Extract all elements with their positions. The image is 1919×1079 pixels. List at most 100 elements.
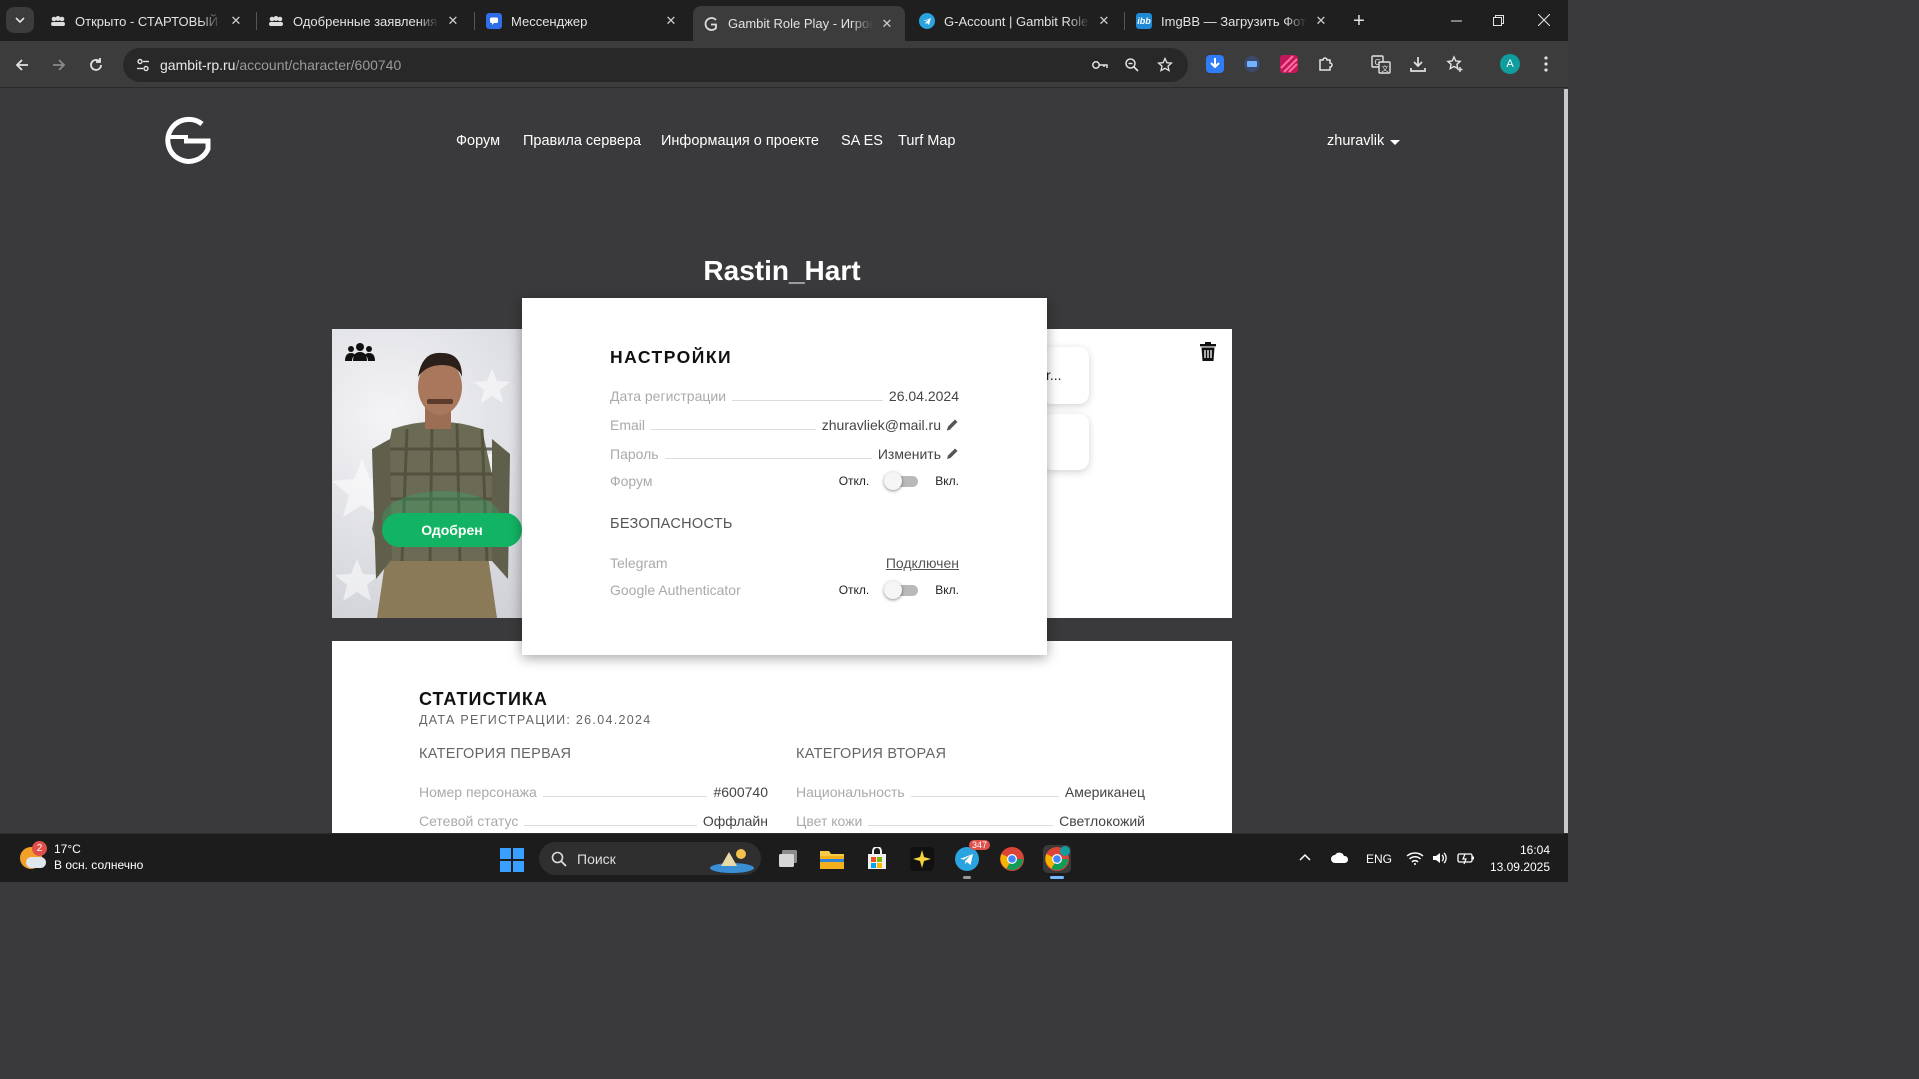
info-card[interactable]: r... <box>1042 347 1089 404</box>
stripes-extension-icon[interactable] <box>1278 53 1300 75</box>
gambit-logo[interactable] <box>162 115 214 165</box>
google-auth-toggle[interactable] <box>884 581 919 599</box>
tab-title: Открыто - СТАРТОВЫЙ СО <box>75 13 222 29</box>
file-explorer-icon[interactable] <box>818 845 846 873</box>
trash-icon[interactable] <box>1200 342 1216 361</box>
messenger-icon <box>486 13 502 29</box>
nav-server-rules[interactable]: Правила сервера <box>523 133 641 149</box>
screen-capture-extension-icon[interactable] <box>1241 53 1263 75</box>
nav-forum[interactable]: Форум <box>456 133 500 149</box>
forum-toggle[interactable] <box>884 472 919 490</box>
stat-row-nationality: Национальность Американец <box>796 780 1145 800</box>
pencil-icon[interactable] <box>945 447 959 461</box>
tab-title: Gambit Role Play - Игрово <box>728 16 873 31</box>
zoom-icon[interactable] <box>1120 53 1144 77</box>
bookmark-star-icon[interactable] <box>1153 53 1177 77</box>
stat-row-character-number: Номер персонажа #600740 <box>419 780 768 800</box>
sparkle-app-icon[interactable] <box>908 845 936 873</box>
gambit-icon <box>703 16 719 32</box>
browser-tab[interactable]: ibb ImgBB — Загрузить Фото ✕ <box>1126 6 1339 36</box>
weather-badge: 2 <box>32 841 47 856</box>
chrome-profile-icon[interactable] <box>1043 845 1071 873</box>
nav-sa-es[interactable]: SA ES <box>841 133 883 149</box>
new-tab-button[interactable]: + <box>1347 9 1371 33</box>
page-scrollbar[interactable] <box>1564 89 1568 833</box>
back-button[interactable] <box>9 52 35 78</box>
setting-row-telegram: Telegram Подключен <box>610 551 959 571</box>
pencil-icon[interactable] <box>945 418 959 432</box>
close-window-button[interactable] <box>1522 6 1566 34</box>
close-icon[interactable]: ✕ <box>228 13 244 29</box>
task-view-icon[interactable] <box>774 845 802 873</box>
close-icon[interactable]: ✕ <box>1096 13 1112 29</box>
toggle-off-label: Откл. <box>838 474 870 488</box>
close-icon[interactable]: ✕ <box>1313 13 1329 29</box>
site-info-icon[interactable] <box>131 53 155 77</box>
bookmarks-icon[interactable] <box>1444 53 1466 75</box>
start-button[interactable] <box>500 848 524 872</box>
translate-icon[interactable]: G文 <box>1370 53 1392 75</box>
browser-tab[interactable]: Одобренные заявления | S ✕ <box>258 6 471 36</box>
browser-tab[interactable]: Мессенджер ✕ <box>476 6 689 36</box>
key-icon[interactable] <box>1088 53 1112 77</box>
restore-button[interactable] <box>1476 6 1520 34</box>
browser-tab[interactable]: G-Account | Gambit Role P ✕ <box>909 6 1122 36</box>
tab-title: G-Account | Gambit Role P <box>944 13 1090 29</box>
close-icon <box>1538 14 1550 26</box>
close-icon[interactable]: ✕ <box>663 13 679 29</box>
telegram-connected-link[interactable]: Подключен <box>886 555 959 571</box>
chevron-up-icon[interactable] <box>1298 851 1312 868</box>
chrome-icon[interactable] <box>998 845 1026 873</box>
onedrive-cloud-icon[interactable] <box>1330 851 1350 868</box>
statistics-card: СТАТИСТИКА ДАТА РЕГИСТРАЦИИ: 26.04.2024 … <box>332 641 1232 833</box>
character-photo: Одобрен <box>332 329 522 618</box>
battery-icon[interactable] <box>1457 851 1475 868</box>
nav-turf-map[interactable]: Turf Map <box>898 133 955 149</box>
arrow-left-icon <box>15 59 28 71</box>
browser-tab[interactable]: Открыто - СТАРТОВЫЙ СО ✕ <box>40 6 254 36</box>
stat-label: Цвет кожи <box>796 813 863 829</box>
url-host: gambit-rp.ru <box>160 57 236 73</box>
extensions-puzzle-icon[interactable] <box>1315 53 1337 75</box>
user-menu[interactable]: zhuravlik <box>1327 133 1401 149</box>
toggle-on-label: Вкл. <box>935 583 959 597</box>
browser-tab-strip: Открыто - СТАРТОВЫЙ СО ✕ Одобренные заяв… <box>0 0 1568 41</box>
close-icon[interactable]: ✕ <box>879 16 895 32</box>
download-manager-extension-icon[interactable] <box>1204 53 1226 75</box>
volume-icon[interactable] <box>1432 851 1448 868</box>
wifi-icon[interactable] <box>1406 851 1424 868</box>
profile-avatar[interactable]: A <box>1500 54 1520 74</box>
url-text[interactable]: gambit-rp.ru/account/character/600740 <box>160 57 401 73</box>
language-indicator[interactable]: ENG <box>1366 852 1392 866</box>
tab-search-button[interactable] <box>6 7 34 33</box>
taskbar-search[interactable]: Поиск <box>539 842 761 875</box>
email-value: zhuravliek@mail.ru <box>821 417 941 433</box>
tab-title: Мессенджер <box>511 13 588 29</box>
nav-project-info[interactable]: Информация о проекте <box>661 133 819 149</box>
setting-label: Форум <box>610 473 653 489</box>
more-menu-icon[interactable] <box>1535 53 1557 75</box>
reload-button[interactable] <box>83 52 109 78</box>
downloads-icon[interactable] <box>1407 53 1429 75</box>
stat-row-skin-color: Цвет кожи Светлокожий <box>796 809 1145 829</box>
forward-button[interactable] <box>46 52 72 78</box>
microsoft-store-icon[interactable] <box>863 845 891 873</box>
close-icon[interactable]: ✕ <box>445 13 461 29</box>
setting-label: Пароль <box>610 446 659 462</box>
minimize-button[interactable] <box>1434 6 1478 34</box>
browser-tab-active[interactable]: Gambit Role Play - Игрово ✕ <box>693 6 905 41</box>
stat-value: Американец <box>1064 784 1145 800</box>
telegram-unread-badge: 347 <box>969 840 991 850</box>
character-skin-image <box>332 352 510 618</box>
statistics-title: СТАТИСТИКА <box>419 689 548 709</box>
info-card[interactable] <box>1042 414 1089 470</box>
change-password-link[interactable]: Изменить <box>878 446 941 462</box>
clock-time: 16:04 <box>1519 843 1550 857</box>
forum-icon <box>268 13 284 29</box>
telegram-taskbar-icon[interactable]: 347 <box>953 840 991 873</box>
system-clock[interactable]: 16:04 13.09.2025 <box>1488 842 1550 876</box>
stat-value: Оффлайн <box>702 813 768 829</box>
users-group-icon[interactable] <box>345 342 375 362</box>
weather-widget[interactable]: 2 17°C В осн. солнечно <box>18 841 143 873</box>
address-bar[interactable]: gambit-rp.ru/account/character/600740 <box>123 48 1188 82</box>
